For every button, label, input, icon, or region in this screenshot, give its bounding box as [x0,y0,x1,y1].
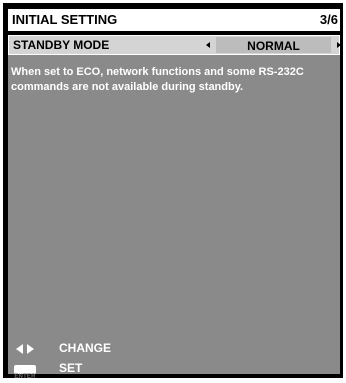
settings-screen: INITIAL SETTING 3/6 STANDBY MODE NORMAL … [3,3,343,380]
standby-mode-value[interactable]: NORMAL [216,37,331,53]
guide-change-label: CHANGE [59,341,112,355]
guide-row-set: ENTER SET [8,360,340,380]
enter-key-text: ENTER [14,374,36,380]
menu-item-label: STANDBY MODE [13,38,110,52]
enter-key-icon: ENTER [14,365,36,380]
value-right-arrow-icon[interactable] [337,42,341,48]
page-indicator: 3/6 [319,12,338,27]
operation-guide: CHANGE ENTER SET [8,338,340,380]
guide-set-label: SET [59,361,83,375]
value-left-arrow-icon[interactable] [206,42,210,48]
description-text: When set to ECO, network functions and s… [11,66,304,93]
menu-row-standby-mode[interactable]: STANDBY MODE NORMAL [8,35,341,55]
left-right-arrows-icon [16,344,36,354]
guide-row-change: CHANGE [8,340,340,358]
menu-panel: STANDBY MODE NORMAL When set to ECO, net… [8,35,341,380]
standby-mode-value-text: NORMAL [247,39,300,53]
page-title: INITIAL SETTING [12,12,118,27]
title-bar: INITIAL SETTING 3/6 [8,9,340,31]
